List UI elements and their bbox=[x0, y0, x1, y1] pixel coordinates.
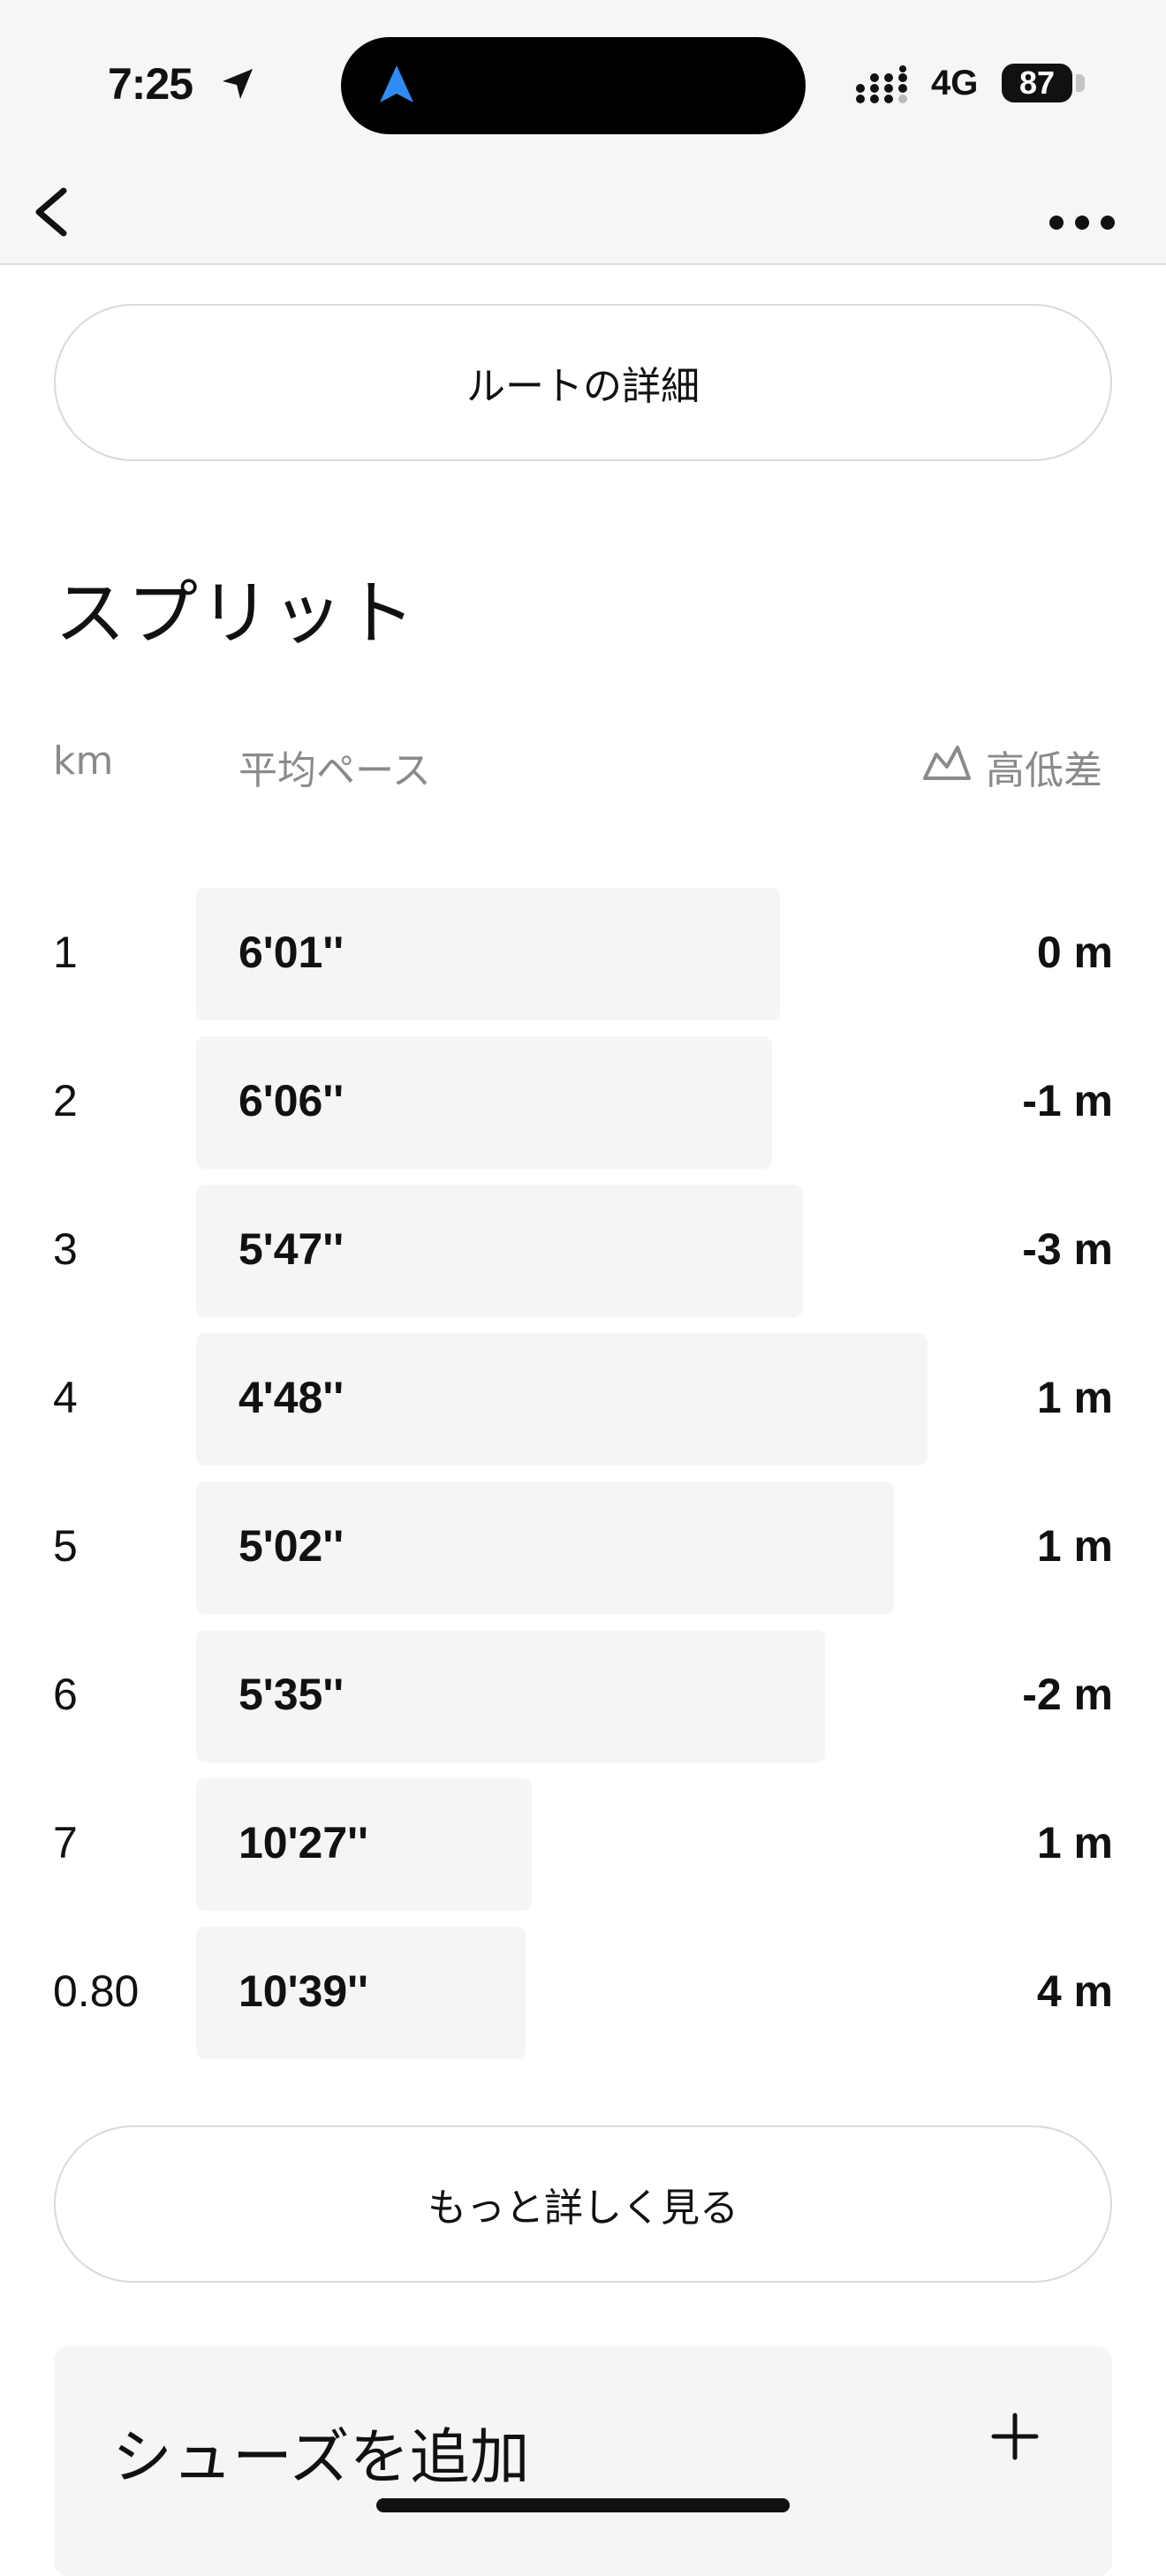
home-indicator bbox=[376, 2498, 790, 2512]
split-row: 1 6'01'' 0 m bbox=[0, 888, 1166, 1020]
signal-strength-icon bbox=[856, 65, 907, 103]
split-km: 7 bbox=[53, 1818, 78, 1868]
split-elevation: 1 m bbox=[1036, 1521, 1113, 1571]
navigation-arrow-icon bbox=[380, 65, 413, 102]
split-elevation: 4 m bbox=[1036, 1966, 1113, 2016]
location-arrow-icon bbox=[223, 69, 253, 99]
split-row: 5 5'02'' 1 m bbox=[0, 1481, 1166, 1614]
split-row: 6 5'35'' -2 m bbox=[0, 1630, 1166, 1762]
split-row: 2 6'06'' -1 m bbox=[0, 1036, 1166, 1169]
split-km: 4 bbox=[53, 1373, 78, 1422]
split-row: 7 10'27'' 1 m bbox=[0, 1778, 1166, 1911]
column-elevation: 高低差 bbox=[986, 748, 1102, 793]
split-pace: 6'01'' bbox=[238, 928, 344, 977]
split-elevation: 0 m bbox=[1036, 928, 1113, 977]
split-km: 0.80 bbox=[53, 1966, 140, 2016]
network-type: 4G bbox=[931, 64, 979, 102]
split-row: 4 4'48'' 1 m bbox=[0, 1333, 1166, 1466]
split-row: 3 5'47'' -3 m bbox=[0, 1185, 1166, 1317]
split-elevation: -1 m bbox=[1022, 1076, 1113, 1125]
split-pace: 10'27'' bbox=[238, 1818, 368, 1868]
back-chevron-icon[interactable] bbox=[26, 168, 97, 256]
split-km: 1 bbox=[53, 928, 78, 977]
split-km: 5 bbox=[53, 1521, 78, 1571]
battery-indicator: 87 bbox=[1002, 64, 1072, 102]
add-shoes-card[interactable]: シューズを追加 bbox=[54, 2346, 1112, 2576]
split-km: 3 bbox=[53, 1224, 78, 1274]
split-elevation: 1 m bbox=[1036, 1373, 1113, 1422]
battery-cap bbox=[1076, 74, 1085, 92]
split-pace: 5'02'' bbox=[238, 1521, 344, 1571]
split-km: 2 bbox=[53, 1076, 78, 1125]
more-details-button[interactable]: もっと詳しく見る bbox=[54, 2125, 1112, 2283]
split-km: 6 bbox=[53, 1670, 78, 1719]
column-km: km bbox=[53, 739, 114, 784]
split-pace: 5'35'' bbox=[238, 1670, 344, 1719]
plus-icon[interactable] bbox=[988, 2410, 1041, 2463]
status-time: 7:25 bbox=[108, 59, 193, 109]
more-details-label: もっと詳しく見る bbox=[428, 2186, 738, 2231]
split-pace: 6'06'' bbox=[238, 1076, 344, 1125]
split-row: 0.80 10'39'' 4 m bbox=[0, 1927, 1166, 2059]
column-avg-pace: 平均ペース bbox=[238, 748, 431, 793]
split-pace: 4'48'' bbox=[238, 1373, 344, 1422]
elevation-icon bbox=[923, 746, 971, 780]
add-shoes-label: シューズを追加 bbox=[112, 2423, 530, 2493]
splits-title: スプリット bbox=[55, 572, 417, 655]
split-elevation: -2 m bbox=[1022, 1670, 1113, 1719]
more-options-icon[interactable] bbox=[1042, 177, 1122, 247]
split-elevation: 1 m bbox=[1036, 1818, 1113, 1868]
dynamic-island bbox=[341, 37, 806, 134]
split-pace: 5'47'' bbox=[238, 1224, 344, 1274]
route-details-label: ルートの詳細 bbox=[466, 364, 700, 409]
split-elevation: -3 m bbox=[1022, 1224, 1113, 1274]
status-bar: 7:25 4G 87 bbox=[0, 0, 1166, 159]
split-pace: 10'39'' bbox=[238, 1966, 368, 2016]
navigation-bar bbox=[0, 159, 1166, 265]
route-details-button[interactable]: ルートの詳細 bbox=[54, 304, 1112, 461]
